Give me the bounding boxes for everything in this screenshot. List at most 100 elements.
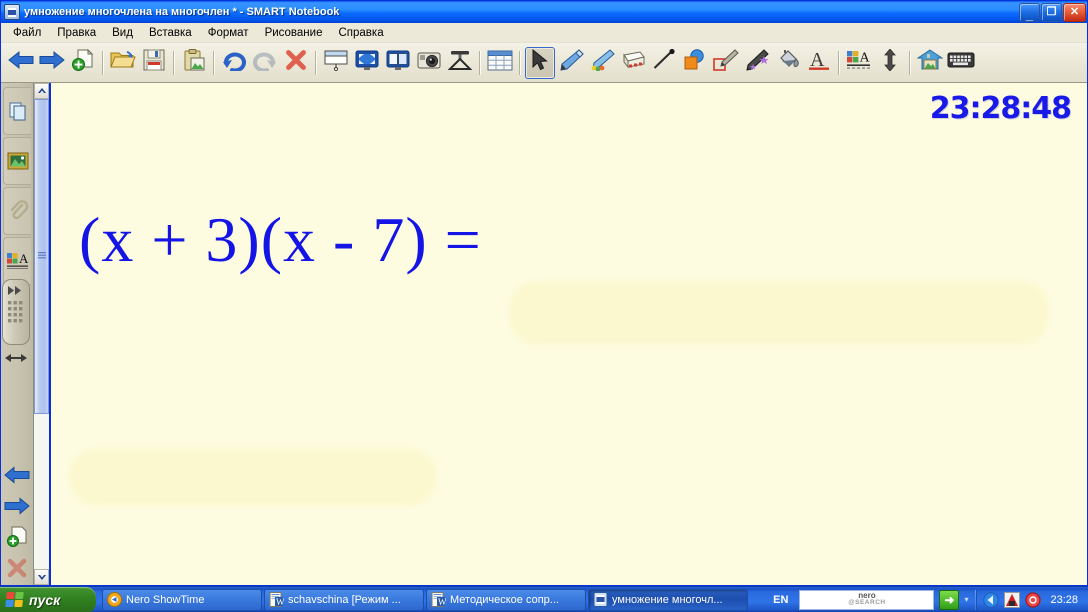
scroll-thumb[interactable] <box>34 99 49 414</box>
properties-tab[interactable]: A <box>3 237 31 285</box>
toolbar-move-updown-button[interactable] <box>875 47 905 79</box>
desktop: умножение многочлена на многочлен * - SM… <box>0 0 1088 612</box>
toolbar-paste-clipboard-button[interactable] <box>179 47 209 79</box>
attachments-tab[interactable] <box>3 187 31 235</box>
toolbar-keyboard-button[interactable] <box>946 47 976 79</box>
equation-text[interactable]: (x + 3)(x - 7) = <box>79 203 482 277</box>
home-gallery-icon <box>916 49 944 76</box>
page-scrollbar[interactable] <box>33 83 49 585</box>
toolbar-back-arrow-button[interactable] <box>6 47 36 79</box>
toolbar-separator <box>173 50 175 75</box>
tray-at-icon[interactable] <box>1025 591 1042 608</box>
windows-flag-icon <box>5 592 24 607</box>
toolbar-shape-pen-button[interactable] <box>711 47 741 79</box>
menu-item-4[interactable]: Формат <box>200 25 257 41</box>
toolbar-open-folder-button[interactable] <box>108 47 138 79</box>
menu-item-2[interactable]: Вид <box>104 25 141 41</box>
taskbar-item-umnozhenie[interactable]: умножение многочл... <box>588 588 748 611</box>
scroll-track[interactable] <box>34 99 49 569</box>
line-icon <box>652 48 676 76</box>
gallery-tab[interactable] <box>3 137 31 185</box>
toolbar-delete-x-button[interactable] <box>281 47 311 79</box>
add-page-icon <box>71 48 95 77</box>
toolbar-text-button[interactable]: A <box>804 47 834 79</box>
toolbar-magic-pen-button[interactable] <box>742 47 772 79</box>
toolbar-table-button[interactable] <box>485 47 515 79</box>
close-button[interactable]: ✕ <box>1063 2 1086 22</box>
menu-item-0[interactable]: Файл <box>5 25 49 41</box>
panel-resize-handle[interactable] <box>1 349 31 367</box>
taskbar-item-metodicheskoe[interactable]: W Методическое сопр... <box>426 588 586 611</box>
toolbar-forward-arrow-button[interactable] <box>37 47 67 79</box>
camera-capture-icon <box>417 50 441 76</box>
notebook-icon <box>593 592 608 607</box>
toolbar-shapes-button[interactable] <box>680 47 710 79</box>
toolbar-dual-page-button[interactable] <box>383 47 413 79</box>
toolbar-full-screen-button[interactable] <box>352 47 382 79</box>
toolbar-properties-button[interactable]: A <box>844 47 874 79</box>
notebook-icon <box>4 4 20 20</box>
toolbar-fill-bucket-button[interactable] <box>773 47 803 79</box>
language-indicator[interactable]: EN <box>767 594 794 606</box>
toolbar-line-button[interactable] <box>649 47 679 79</box>
chevron-up-icon <box>37 88 46 93</box>
properties-icon: A <box>6 251 29 269</box>
minimize-label: _ <box>1025 6 1034 22</box>
toolbar-home-gallery-button[interactable] <box>915 47 945 79</box>
prev-page-button[interactable] <box>3 461 31 489</box>
close-label: ✕ <box>1069 5 1080 18</box>
svg-text:A: A <box>19 251 29 266</box>
toolbar-pen-button[interactable] <box>556 47 586 79</box>
tray-expand-arrow[interactable]: ▾ <box>964 595 968 604</box>
toolbar-undo-button[interactable] <box>219 47 249 79</box>
shape-pen-icon <box>713 49 739 76</box>
add-page-icon <box>7 526 27 547</box>
start-button[interactable]: пуск <box>0 586 96 612</box>
tray-clock[interactable]: 23:28 <box>1046 594 1082 606</box>
toolbar-separator <box>519 50 521 75</box>
notebook-canvas-area[interactable]: (x + 3)(x - 7) = 23:28:48 <box>49 83 1087 585</box>
fill-bucket-icon <box>776 49 800 76</box>
maximize-button[interactable]: ❐ <box>1041 2 1062 22</box>
grip-dots-icon <box>8 301 23 323</box>
tray-media-icon[interactable] <box>983 591 1000 608</box>
toolbar-spotlight-button[interactable] <box>445 47 475 79</box>
toolbar-camera-capture-button[interactable] <box>414 47 444 79</box>
highlight-stroke-right[interactable] <box>509 281 1049 345</box>
toolbar-separator <box>479 50 481 75</box>
delete-x-icon <box>285 49 307 76</box>
screen-shade-icon <box>324 49 348 76</box>
menu-item-5[interactable]: Рисование <box>257 25 331 41</box>
toolbar-separator <box>838 50 840 75</box>
spotlight-icon <box>447 50 473 76</box>
scroll-up-button[interactable] <box>34 83 49 99</box>
next-page-button[interactable] <box>3 492 31 520</box>
new-page-button[interactable] <box>3 523 31 551</box>
toolbar-creative-pen-button[interactable] <box>587 47 617 79</box>
tray-kaspersky-icon[interactable] <box>1004 591 1021 608</box>
go-arrow-label: ➜ <box>944 592 955 607</box>
page-sorter-tab[interactable] <box>3 87 31 135</box>
toolbar-redo-button[interactable] <box>250 47 280 79</box>
toolbar-add-page-button[interactable] <box>68 47 98 79</box>
toolbar-eraser-button[interactable] <box>618 47 648 79</box>
menu-item-6[interactable]: Справка <box>330 25 391 41</box>
panel-drag-handle[interactable] <box>2 279 30 345</box>
toolbar-screen-shade-button[interactable] <box>321 47 351 79</box>
menu-item-1[interactable]: Правка <box>49 25 104 41</box>
scroll-down-button[interactable] <box>34 569 49 585</box>
resize-horizontal-icon <box>5 354 27 362</box>
menu-item-3[interactable]: Вставка <box>141 25 200 41</box>
delete-page-button[interactable] <box>3 554 31 582</box>
highlight-stroke-left[interactable] <box>69 448 437 506</box>
toolbar-save-floppy-button[interactable] <box>139 47 169 79</box>
toolbar-pointer-select-button[interactable] <box>525 46 555 79</box>
taskbar-item-schavschina[interactable]: Wschavschina [Режим ... <box>264 588 424 611</box>
taskbar-item-nero-showtime[interactable]: Nero ShowTime <box>102 588 262 611</box>
nero-search-go-button[interactable]: ➜ <box>939 589 960 610</box>
notebook-page[interactable]: (x + 3)(x - 7) = 23:28:48 <box>51 83 1087 585</box>
paste-clipboard-icon <box>183 48 205 77</box>
paperclip-icon <box>10 200 28 220</box>
nero-search-bar[interactable]: nero @SEARCH <box>799 589 935 610</box>
minimize-button[interactable]: _ <box>1019 2 1040 22</box>
